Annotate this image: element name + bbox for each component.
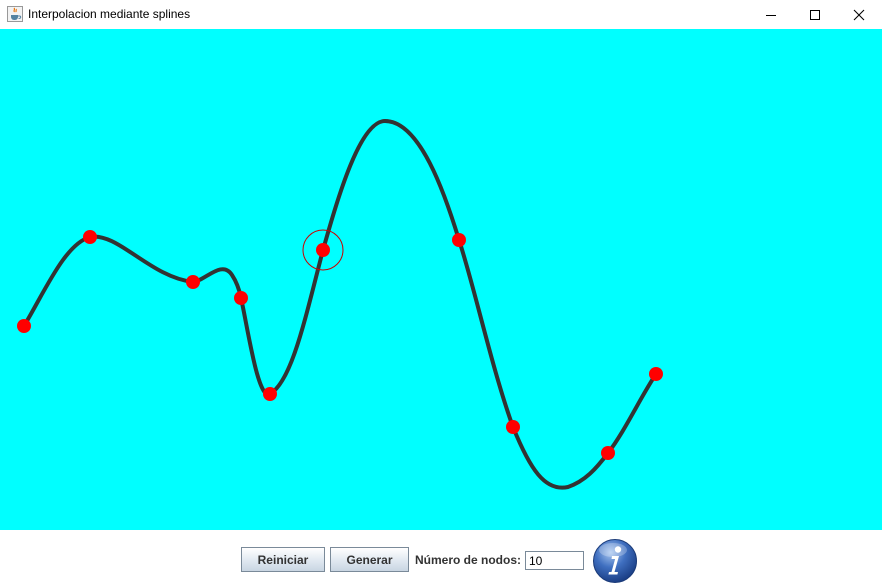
minimize-icon — [766, 14, 776, 16]
maximize-button[interactable] — [792, 0, 838, 29]
info-icon[interactable] — [592, 538, 638, 584]
java-cup-icon — [7, 6, 23, 22]
spline-curve — [22, 119, 658, 490]
spline-node[interactable] — [452, 233, 466, 247]
spline-node[interactable] — [316, 243, 330, 257]
spline-plot[interactable] — [0, 29, 882, 530]
spline-node[interactable] — [234, 291, 248, 305]
title-bar: Interpolacion mediante splines — [0, 0, 882, 29]
maximize-icon — [810, 9, 820, 20]
control-panel: Reiniciar Generar Número de nodos: — [0, 530, 882, 588]
spline-canvas[interactable] — [0, 29, 882, 530]
generate-button[interactable]: Generar — [330, 547, 409, 572]
spline-node[interactable] — [649, 367, 663, 381]
nodes-count-label: Número de nodos: — [415, 553, 522, 567]
spline-node[interactable] — [17, 319, 31, 333]
close-button[interactable] — [836, 0, 882, 29]
spline-node[interactable] — [83, 230, 97, 244]
window-title: Interpolacion mediante splines — [28, 7, 191, 21]
nodes-count-input[interactable] — [525, 551, 584, 570]
spline-node[interactable] — [506, 420, 520, 434]
nodes-layer — [17, 229, 663, 460]
minimize-button[interactable] — [748, 0, 794, 29]
spline-node[interactable] — [263, 387, 277, 401]
close-icon — [853, 9, 865, 20]
spline-node[interactable] — [186, 275, 200, 289]
reset-button[interactable]: Reiniciar — [241, 547, 325, 572]
spline-node[interactable] — [601, 446, 615, 460]
